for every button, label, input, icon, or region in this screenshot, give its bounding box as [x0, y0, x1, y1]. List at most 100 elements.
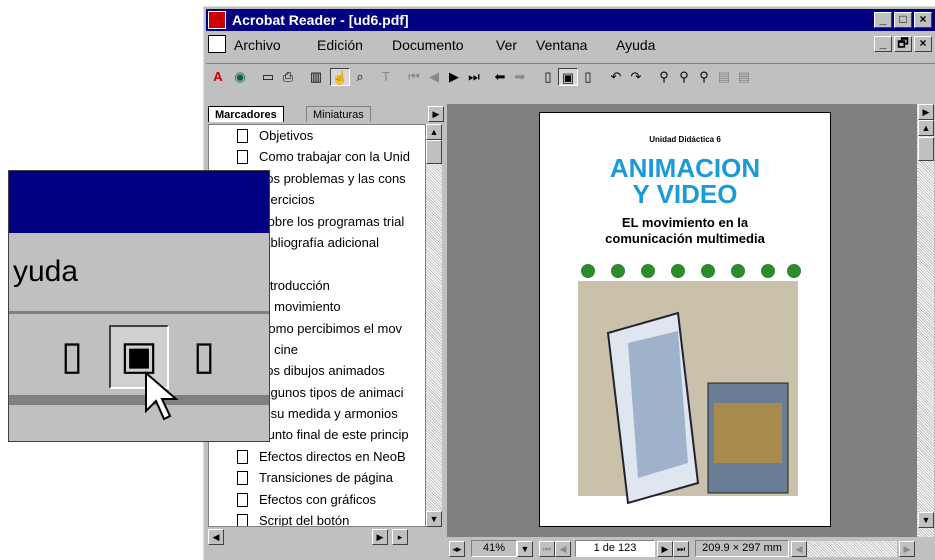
bookmark-label: Punto final de este princip [259, 427, 409, 443]
bookmark-item[interactable]: Transiciones de página [209, 467, 425, 488]
minimize-button[interactable]: _ [874, 12, 892, 28]
bookmark-label: Sobre los programas trial [259, 213, 405, 229]
zoom-field[interactable]: 41% [471, 540, 517, 557]
fit-page-icon[interactable]: ▣ [558, 68, 578, 86]
bookmark-page-icon [237, 449, 248, 464]
inset-toolbar-border [9, 395, 269, 405]
page-subtitle-line1: EL movimiento en la [621, 215, 749, 230]
bookmark-page-icon [237, 471, 248, 486]
page-title-line2: Y VIDEO [632, 179, 738, 209]
web-globe-icon[interactable]: ◉ [230, 68, 250, 86]
bookmark-label: Como trabajar con la Unid [259, 149, 411, 165]
status-bar: ◂▸ 41% ▼ ⏮ ◀ 1 de 123 ▶ ⏭ 209.9 × 297 mm… [447, 537, 935, 560]
tab-marcadores[interactable]: Marcadores [208, 106, 284, 122]
split-handle-icon[interactable]: ◂▸ [449, 541, 465, 557]
hscroll-right-button[interactable]: ▶ [372, 529, 388, 545]
search-index-icon[interactable]: ⚲ [694, 68, 714, 86]
rotate-right-icon[interactable]: ↷ [626, 68, 646, 86]
doc-restore-button[interactable]: 🗗 [894, 36, 912, 52]
next-page-icon[interactable]: ▶ [444, 68, 464, 86]
hscroll-left-button[interactable]: ◀ [208, 529, 224, 545]
bookmark-label: Efectos con gráficos [259, 491, 377, 507]
page-title-line1: ANIMACION [609, 153, 761, 183]
rotate-left-icon[interactable]: ↶ [606, 68, 626, 86]
first-page-icon[interactable]: ⏮ [404, 68, 424, 86]
hand-tool-icon[interactable]: ☝ [330, 68, 350, 86]
inset-actual-size-icon: ▯ [60, 334, 83, 378]
scroll-up-button[interactable]: ▲ [426, 124, 442, 140]
cover-illustration [578, 264, 801, 505]
hscroll-doc-left-button[interactable]: ◀ [791, 541, 807, 557]
status-first-page-button[interactable]: ⏮ [539, 541, 555, 557]
document-view[interactable]: Unidad Didáctica 6 ANIMACION Y VIDEO EL … [447, 104, 933, 545]
find-icon[interactable]: ⚲ [654, 68, 674, 86]
menu-ayuda[interactable]: Ayuda [616, 37, 655, 53]
search-results-icon[interactable]: ▤ [714, 68, 734, 86]
window-title: Acrobat Reader - [ud6.pdf] [232, 12, 409, 28]
mouse-cursor-icon [145, 371, 179, 421]
open-folder-icon[interactable]: ▭ [258, 68, 278, 86]
pdf-page: Unidad Didáctica 6 ANIMACION Y VIDEO EL … [539, 112, 831, 527]
previous-page-icon[interactable]: ◀ [424, 68, 444, 86]
bookmark-item[interactable]: Script del botón [209, 510, 425, 527]
doc-close-button[interactable]: × [914, 36, 932, 52]
last-page-icon[interactable]: ⏭ [464, 68, 484, 86]
bookmark-scrollbar[interactable] [426, 124, 442, 527]
acrobat-window: Acrobat Reader - [ud6.pdf] _ □ × Archivo… [203, 6, 935, 560]
panel-tabs: Marcadores Miniaturas [206, 104, 426, 124]
bookmark-page-icon [237, 514, 248, 526]
acrobat-app-icon [208, 11, 226, 29]
bookmark-label: A su medida y armonios [259, 406, 398, 422]
page-size-readout: 209.9 × 297 mm [695, 540, 789, 557]
doc-scroll-thumb[interactable] [918, 137, 934, 161]
bookmark-page-icon [237, 129, 248, 143]
doc-minimize-button[interactable]: _ [874, 36, 892, 52]
status-next-page-button[interactable]: ▶ [657, 541, 673, 557]
show-navigation-pane-icon[interactable]: ▥ [306, 68, 326, 86]
go-forward-icon[interactable]: ➡ [510, 68, 530, 86]
bookmark-item[interactable]: Objetivos [209, 125, 425, 146]
document-icon[interactable] [208, 35, 226, 53]
search-next-icon[interactable]: ▤ [734, 68, 754, 86]
status-prev-page-button[interactable]: ◀ [555, 541, 571, 557]
bookmark-label: Script del botón [259, 513, 350, 527]
inset-divider [9, 311, 269, 314]
fit-width-icon[interactable]: ▯ [578, 68, 598, 86]
hscroll-doc-right-button[interactable]: ▶ [899, 541, 915, 557]
bookmark-label: Bibliografía adicional [259, 234, 379, 250]
find-again-icon[interactable]: ⚲ [674, 68, 694, 86]
bookmark-page-icon [237, 492, 248, 507]
menu-edicion[interactable]: Edición [317, 37, 363, 53]
zoom-dropdown-button[interactable]: ▼ [517, 541, 533, 557]
scroll-down-button[interactable]: ▼ [426, 511, 442, 527]
bookmark-item[interactable]: Como trabajar con la Unid [209, 146, 425, 167]
panel-menu-arrow-icon[interactable]: ▶ [428, 106, 444, 122]
panel-options-button[interactable]: ▸ [392, 529, 408, 545]
doc-scroll-up-button[interactable]: ▲ [918, 120, 934, 136]
bookmark-item[interactable]: Efectos directos en NeoB [209, 446, 425, 467]
menu-archivo[interactable]: Archivo [234, 37, 281, 53]
doc-scroll-down-button[interactable]: ▼ [918, 512, 934, 528]
inset-menu-ayuda-fragment: yuda [13, 255, 79, 288]
doc-vertical-scrollbar[interactable] [918, 120, 934, 545]
inset-titlebar [9, 171, 269, 233]
go-back-icon[interactable]: ⬅ [490, 68, 510, 86]
menu-ventana[interactable]: Ventana [536, 37, 587, 53]
menu-documento[interactable]: Documento [392, 37, 464, 53]
doc-panel-arrow-icon[interactable]: ▶ [918, 104, 934, 120]
actual-size-icon[interactable]: ▯ [538, 68, 558, 86]
zoom-tool-icon[interactable]: ⌕ [350, 68, 370, 86]
bookmark-item[interactable]: Efectos con gráficos [209, 489, 425, 510]
title-bar[interactable]: Acrobat Reader - [ud6.pdf] _ □ × [206, 9, 935, 31]
status-last-page-button[interactable]: ⏭ [673, 541, 689, 557]
tab-miniaturas[interactable]: Miniaturas [306, 106, 371, 122]
page-number-field[interactable]: 1 de 123 [575, 540, 655, 557]
print-icon[interactable]: ⎙ [278, 68, 298, 86]
acrobat-logo-icon[interactable]: A [208, 68, 228, 86]
text-select-tool-icon[interactable]: T [376, 68, 396, 86]
menu-ver[interactable]: Ver [496, 37, 517, 53]
doc-horizontal-scrollbar[interactable] [807, 541, 897, 557]
scroll-thumb[interactable] [426, 140, 442, 164]
maximize-button[interactable]: □ [894, 12, 912, 28]
close-button[interactable]: × [914, 12, 932, 28]
